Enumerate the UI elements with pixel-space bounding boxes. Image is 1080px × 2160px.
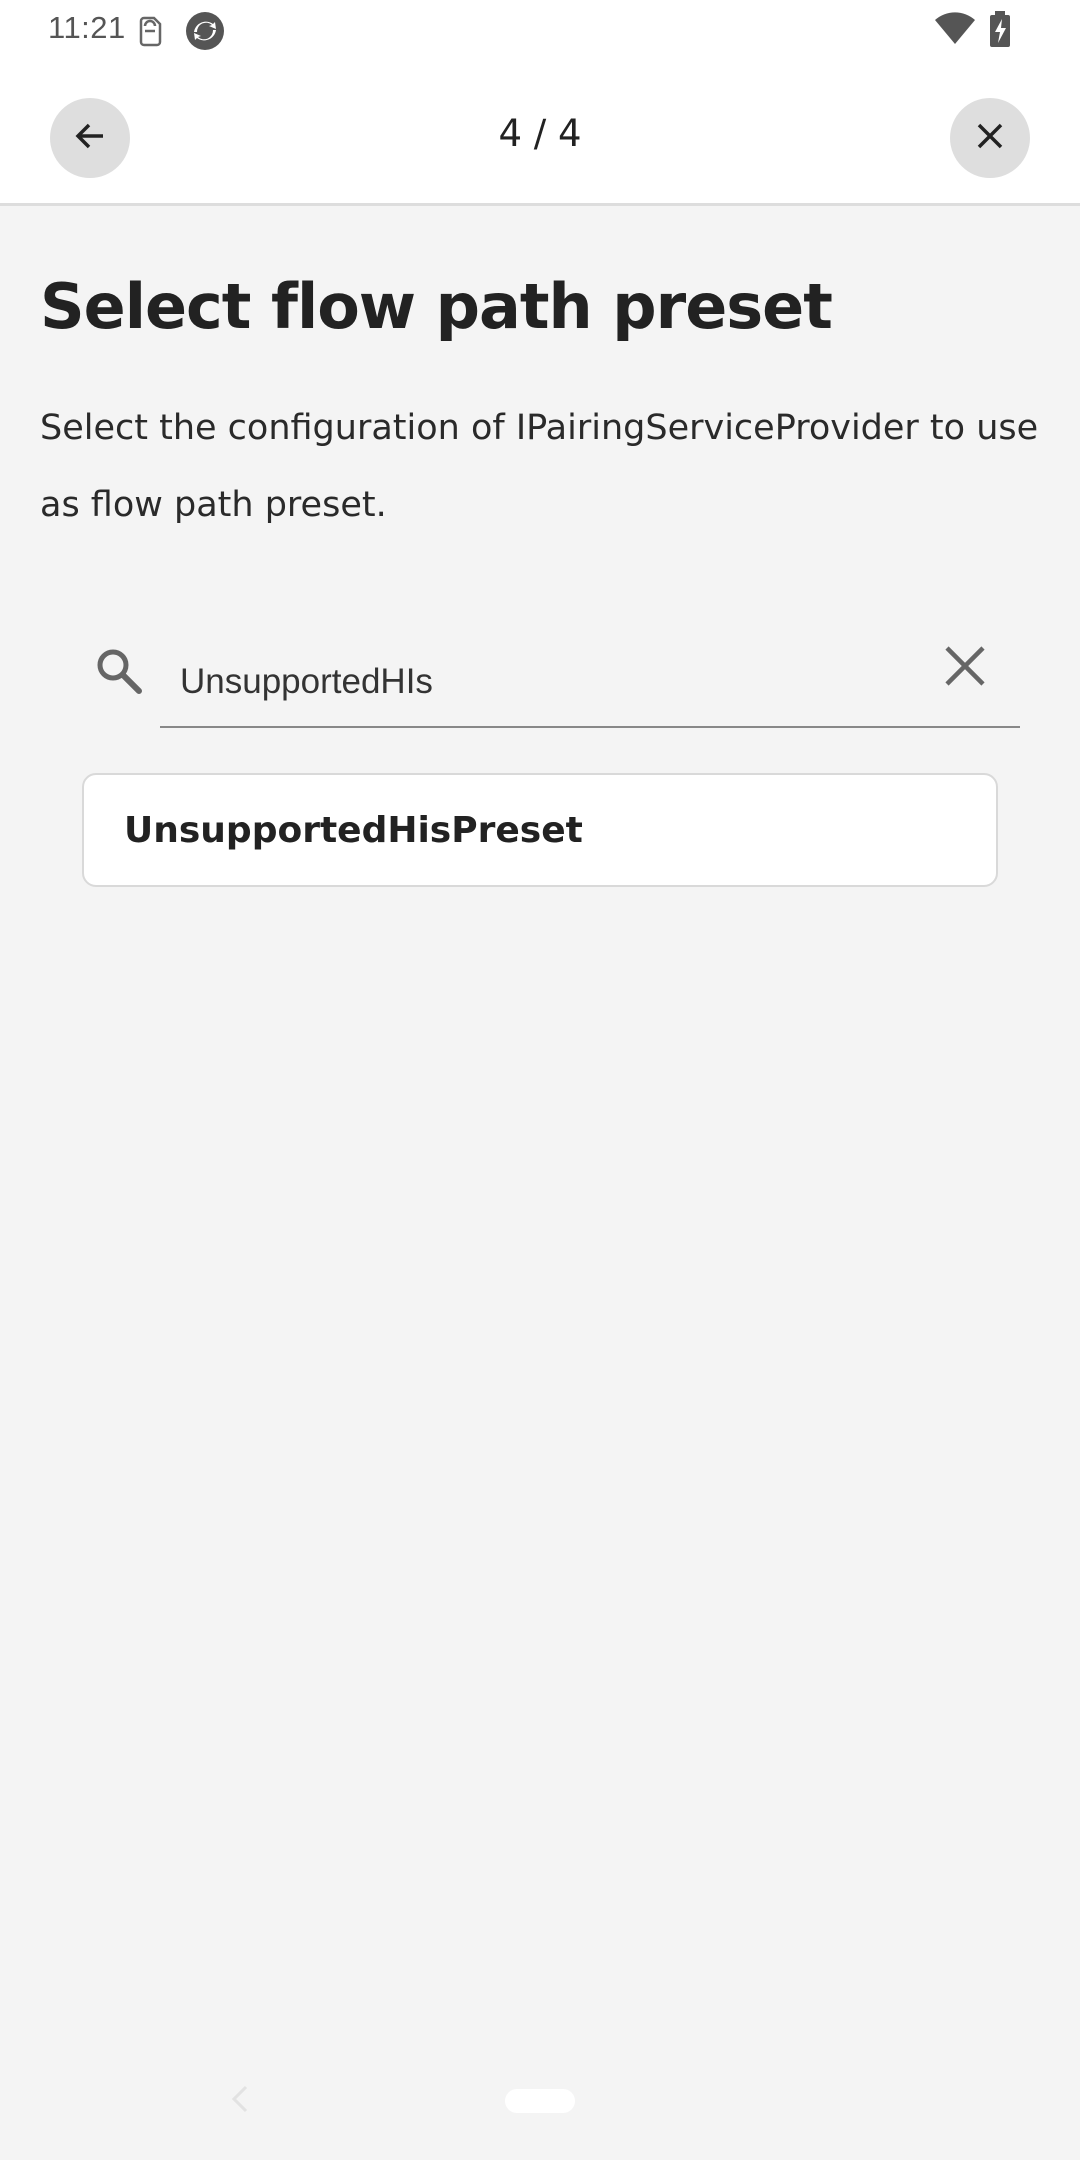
home-handle[interactable] [505,2089,575,2113]
page-title: Select flow path preset [40,270,833,343]
app-header: 4 / 4 [0,60,1080,206]
page-description: Select the configuration of IPairingServ… [40,408,1039,525]
clear-icon [943,644,987,692]
sim-icon [136,14,164,52]
status-bar: 11:21 [0,0,1080,60]
step-indicator: 4 / 4 [498,112,582,155]
search-input[interactable] [160,638,1020,728]
wifi-icon [934,12,976,50]
status-time: 11:21 [48,10,126,45]
battery-charging-icon [988,10,1012,52]
nav-back-icon[interactable] [228,2084,252,2114]
list-item-label: UnsupportedHisPreset [124,809,583,851]
list-item[interactable]: UnsupportedHisPreset [82,773,998,887]
sync-icon [184,10,226,56]
close-icon [975,121,1005,155]
clear-search-button[interactable] [940,643,990,693]
close-button[interactable] [950,98,1030,178]
search-icon [93,645,145,697]
